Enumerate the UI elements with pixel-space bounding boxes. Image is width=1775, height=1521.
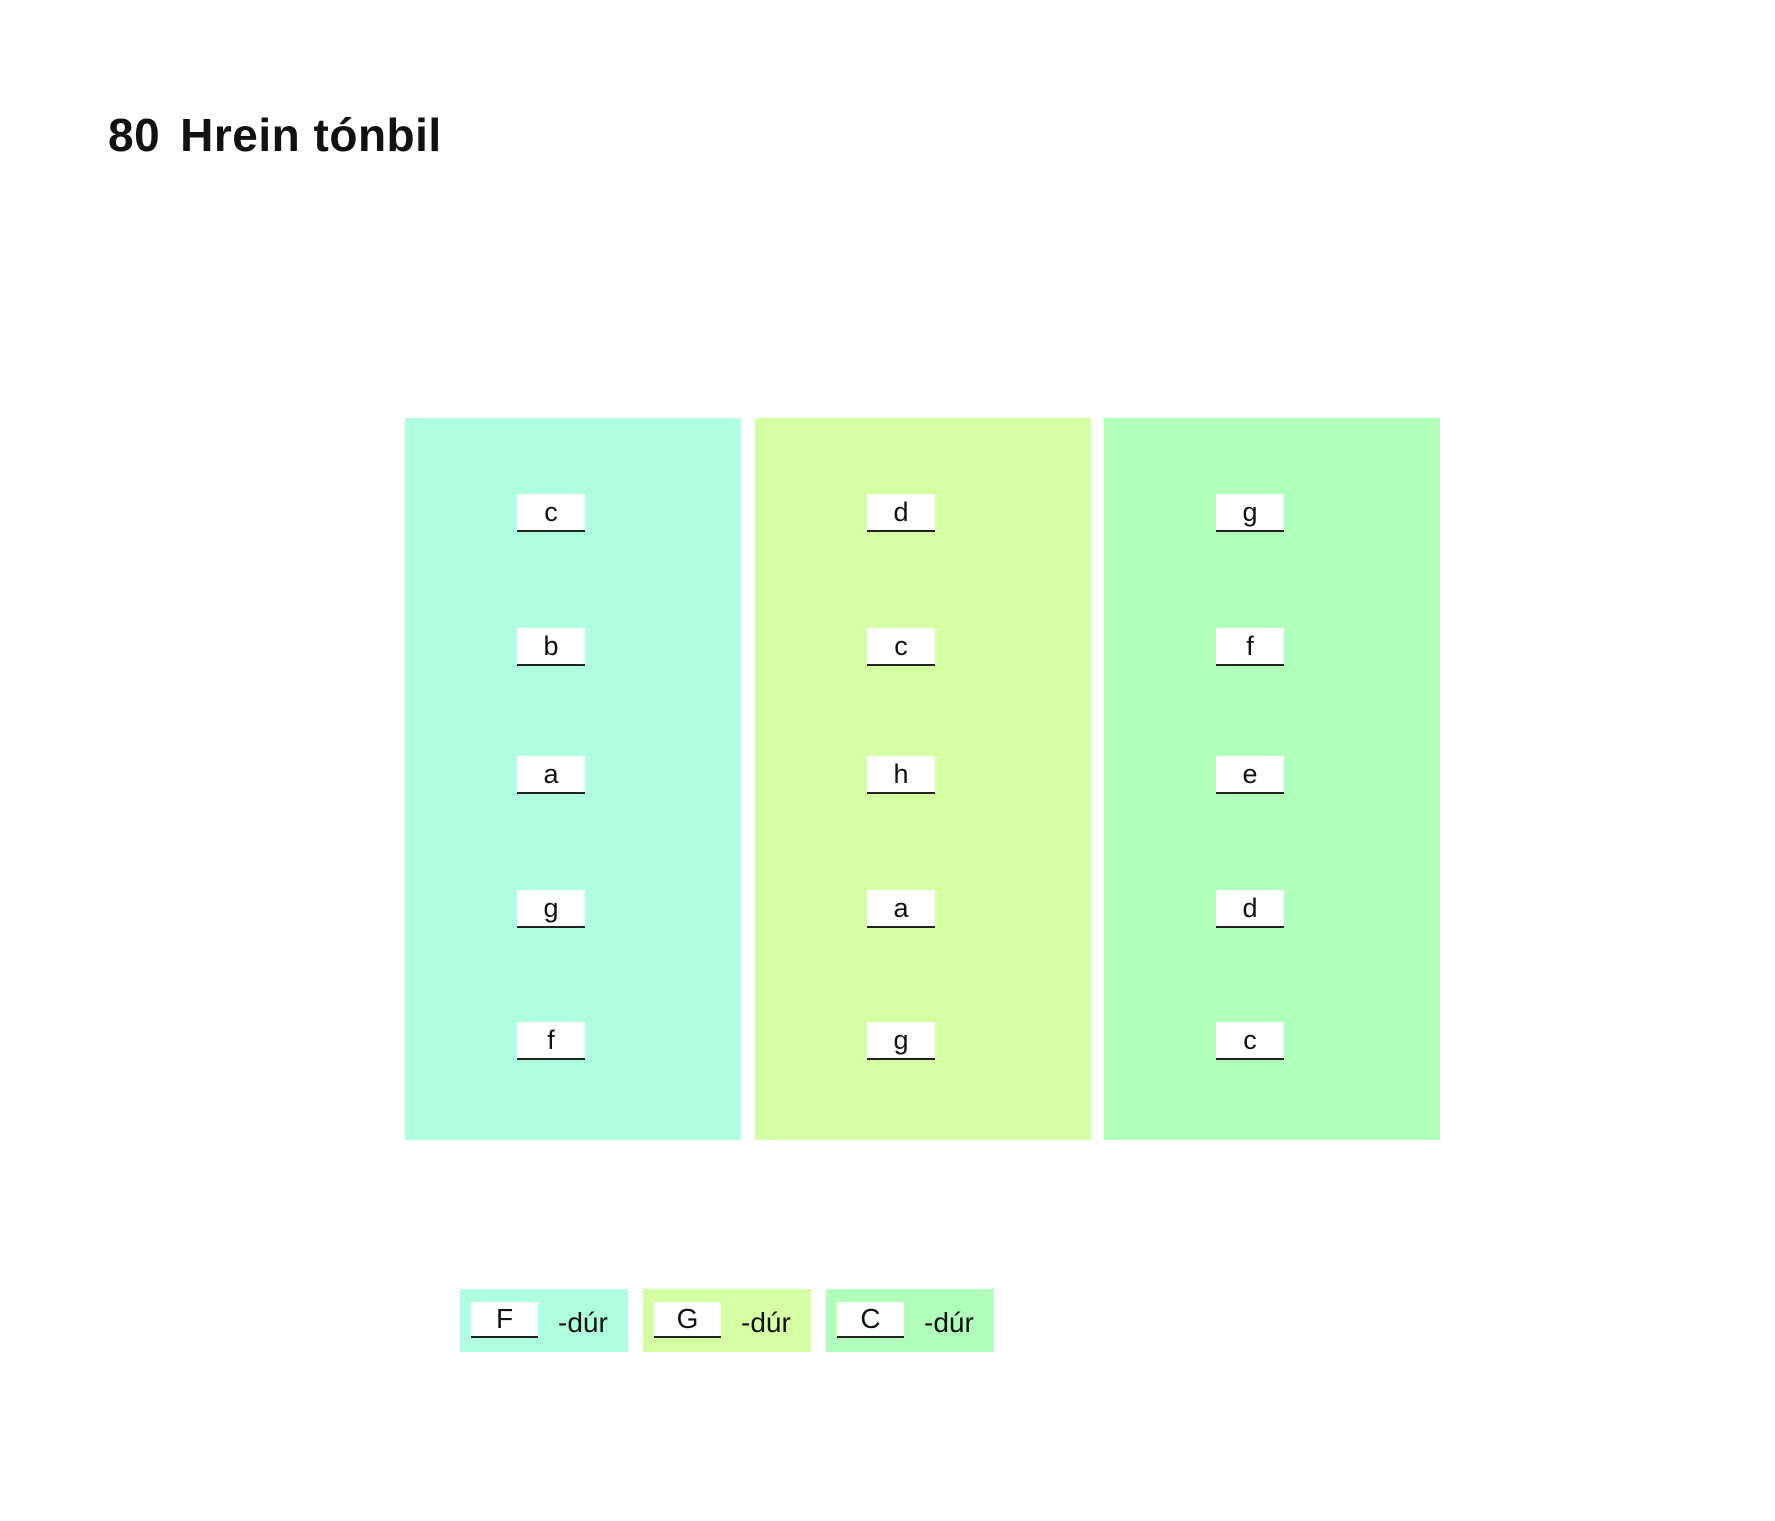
key-slot[interactable]: G — [654, 1302, 721, 1338]
legend-item-2: G -dúr — [643, 1289, 811, 1352]
note-slot[interactable]: d — [1216, 890, 1284, 928]
note-slot[interactable]: d — [867, 494, 935, 532]
key-suffix: -dúr — [558, 1307, 608, 1338]
page-title: 80 Hrein tónbil — [108, 108, 442, 162]
key-suffix: -dúr — [741, 1307, 791, 1338]
key-slot[interactable]: F — [471, 1302, 538, 1338]
title-number: 80 — [108, 109, 161, 161]
scale-column-3: g f e d c — [1104, 418, 1440, 1140]
key-slot[interactable]: C — [837, 1302, 904, 1338]
note-slot[interactable]: e — [1216, 756, 1284, 794]
note-slot[interactable]: c — [867, 628, 935, 666]
scale-column-1: c b a g f — [405, 418, 741, 1140]
note-slot[interactable]: c — [517, 494, 585, 532]
note-slot[interactable]: f — [1216, 628, 1284, 666]
note-slot[interactable]: a — [517, 756, 585, 794]
note-slot[interactable]: g — [867, 1022, 935, 1060]
note-slot[interactable]: c — [1216, 1022, 1284, 1060]
note-slot[interactable]: g — [517, 890, 585, 928]
note-slot[interactable]: b — [517, 628, 585, 666]
legend-item-3: C -dúr — [826, 1289, 994, 1352]
scale-column-2: d c h a g — [755, 418, 1091, 1140]
note-slot[interactable]: a — [867, 890, 935, 928]
note-slot[interactable]: g — [1216, 494, 1284, 532]
title-text: Hrein tónbil — [180, 109, 442, 161]
legend-item-1: F -dúr — [460, 1289, 628, 1352]
note-slot[interactable]: h — [867, 756, 935, 794]
note-slot[interactable]: f — [517, 1022, 585, 1060]
key-suffix: -dúr — [924, 1307, 974, 1338]
